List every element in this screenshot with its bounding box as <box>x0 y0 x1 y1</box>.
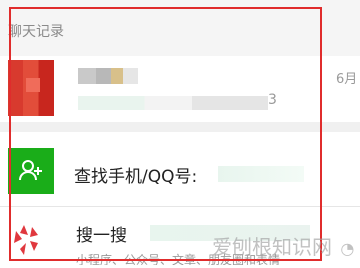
watermark-text: 爱刨根知识网 <box>212 235 332 259</box>
chat-name-blurred <box>78 68 138 84</box>
watermark-icon: ◔ <box>340 239 355 258</box>
section-title: 聊天记录 <box>8 24 64 40</box>
search-icon-glyph <box>14 225 38 255</box>
find-phone-qq-row[interactable]: 查找手机/QQ号: <box>0 132 360 206</box>
chat-preview-tail: 3 <box>268 92 277 108</box>
find-value-blurred <box>218 166 304 182</box>
add-contact-icon-glyph <box>19 160 42 181</box>
section-gap <box>0 122 360 132</box>
add-contact-icon <box>8 148 54 194</box>
search-icon <box>8 221 52 261</box>
chat-time: 6月 <box>336 72 358 87</box>
chat-records-header: 聊天记录 <box>0 0 360 56</box>
chat-avatar <box>8 60 54 116</box>
chat-preview-blurred <box>78 96 268 110</box>
search-label: 搜一搜 <box>76 226 127 246</box>
find-label: 查找手机/QQ号: <box>74 167 198 187</box>
watermark: 爱刨根知识网 ◔ <box>212 231 354 260</box>
chat-record-item[interactable]: 3 6月 <box>0 56 360 122</box>
